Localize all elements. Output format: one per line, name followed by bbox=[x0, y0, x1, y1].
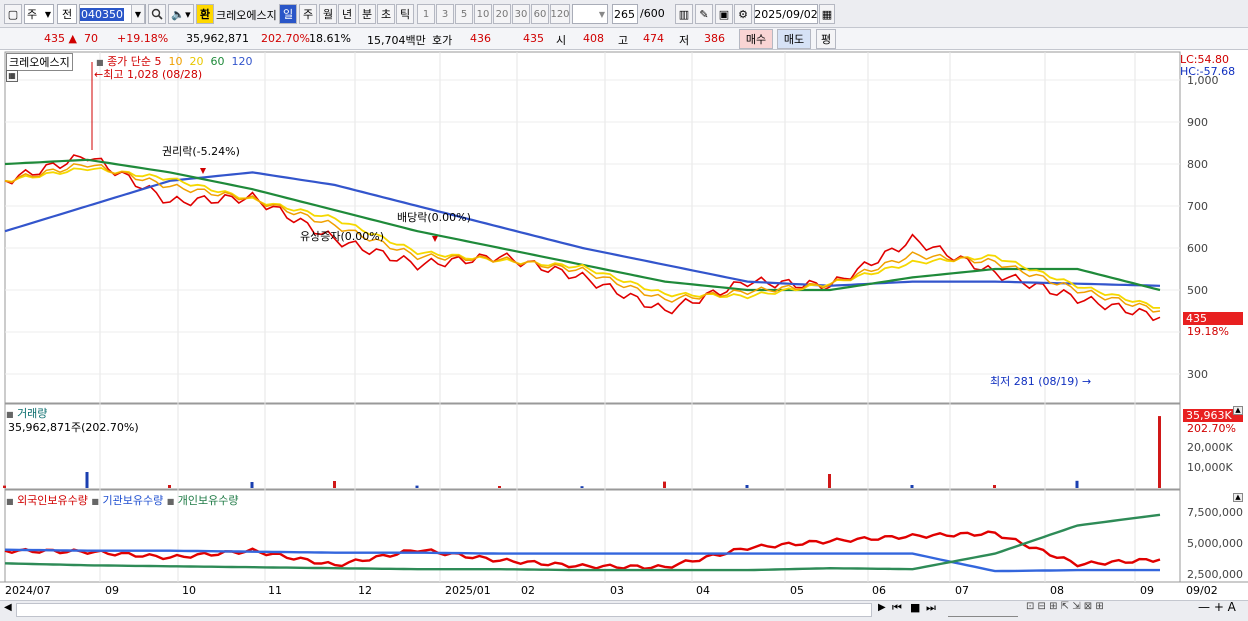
volume-bar-3 bbox=[250, 482, 254, 488]
legend-individual: 개인보유수량 bbox=[177, 494, 239, 507]
x-tick-2024-07: 2024/07 bbox=[5, 584, 51, 597]
first-page-icon[interactable]: ⏮ bbox=[892, 601, 902, 615]
x-tick-09: 09 bbox=[105, 584, 119, 597]
zoom-controls[interactable]: — + A bbox=[1198, 600, 1236, 614]
y-tick-300: 300 bbox=[1187, 368, 1208, 381]
x-tick-11: 11 bbox=[268, 584, 282, 597]
volume-bar-4 bbox=[333, 481, 336, 488]
chart-tools-icons[interactable]: ⊡ ⊟ ⊞ ⇱ ⇲ ⊠ ⊞ bbox=[1026, 601, 1104, 612]
holding-legend: ■ 외국인보유수량 ■ 기관보유수량 ■ 개인보유수량 bbox=[6, 494, 239, 507]
zoom-slider[interactable] bbox=[948, 603, 1018, 617]
stock-tag[interactable]: 크레오에스지 bbox=[6, 53, 73, 71]
legend-foreign: 외국인보유수량 bbox=[17, 494, 88, 507]
volume-bar-10 bbox=[828, 474, 831, 488]
event-rights: 권리락(-5.24%) bbox=[162, 145, 240, 158]
scroll-left-icon[interactable]: ◀ bbox=[4, 602, 12, 613]
x-tick-2025-01: 2025/01 bbox=[445, 584, 491, 597]
volume-bar-0 bbox=[3, 485, 6, 488]
volume-bar-14 bbox=[1158, 416, 1161, 488]
event-rights-marker bbox=[200, 168, 206, 174]
high-note: ←최고 1,028 (08/28) bbox=[94, 68, 203, 81]
volume-bar-13 bbox=[1075, 480, 1079, 488]
volume-current-pct: 202.70% bbox=[1187, 422, 1236, 435]
volume-bar-2 bbox=[168, 485, 171, 488]
holding-tick-2500000: 2,500,000 bbox=[1187, 568, 1243, 581]
x-tick-07: 07 bbox=[955, 584, 969, 597]
table-icon[interactable]: ▦ bbox=[6, 70, 18, 82]
volume-bar-7 bbox=[580, 486, 584, 488]
x-tick-08: 08 bbox=[1050, 584, 1064, 597]
volume-bar-1 bbox=[85, 472, 89, 488]
ma-60: 60 bbox=[210, 55, 225, 68]
y-tick-600: 600 bbox=[1187, 242, 1208, 255]
y-tick-1000: 1,000 bbox=[1187, 74, 1219, 87]
holding-collapse-icon[interactable]: ▲ bbox=[1233, 493, 1243, 502]
ma-120: 120 bbox=[231, 55, 253, 68]
legend-institution: 기관보유수량 bbox=[102, 494, 164, 507]
stop-icon[interactable]: ■ bbox=[910, 601, 920, 614]
x-tick-05: 05 bbox=[790, 584, 804, 597]
volume-tick-20000k: 20,000K bbox=[1187, 441, 1233, 454]
right-arrow-icon: → bbox=[1082, 375, 1092, 388]
x-tick-10: 10 bbox=[182, 584, 196, 597]
x-tick-02: 02 bbox=[521, 584, 535, 597]
volume-bar-11 bbox=[910, 485, 914, 488]
current-price-tag: 435 bbox=[1183, 312, 1243, 325]
y-tick-500: 500 bbox=[1187, 284, 1208, 297]
left-arrow-icon: ← bbox=[94, 68, 104, 81]
holding-tick-5000000: 5,000,000 bbox=[1187, 537, 1243, 550]
y-tick-700: 700 bbox=[1187, 200, 1208, 213]
low-note: 최저 281 (08/19) → bbox=[990, 375, 1092, 388]
x-tick-04: 04 bbox=[696, 584, 710, 597]
price-panel-frame bbox=[4, 51, 1181, 404]
volume-bar-8 bbox=[663, 481, 666, 488]
x-tick-03: 03 bbox=[610, 584, 624, 597]
x-tick-06: 06 bbox=[872, 584, 886, 597]
horizontal-scrollbar[interactable] bbox=[16, 603, 872, 617]
x-tick-last-date: 09/02 bbox=[1186, 584, 1218, 597]
stock-chart bbox=[0, 51, 1248, 583]
volume-bar-5 bbox=[415, 485, 419, 488]
x-tick-09-2025: 09 bbox=[1140, 584, 1154, 597]
next-page-icon[interactable]: ⏭ bbox=[926, 601, 936, 615]
x-tick-12: 12 bbox=[358, 584, 372, 597]
volume-panel-frame bbox=[4, 403, 1181, 490]
y-tick-900: 900 bbox=[1187, 116, 1208, 129]
volume-tick-10000k: 10,000K bbox=[1187, 461, 1233, 474]
y-tick-800: 800 bbox=[1187, 158, 1208, 171]
volume-bar-6 bbox=[498, 486, 501, 488]
current-pct-label: 19.18% bbox=[1187, 325, 1229, 338]
volume-collapse-icon[interactable]: ▲ bbox=[1233, 406, 1243, 415]
volume-bar-12 bbox=[993, 485, 996, 488]
volume-detail: 35,962,871주(202.70%) bbox=[8, 421, 139, 434]
event-dividend: 배당락(0.00%) bbox=[397, 211, 471, 224]
volume-bar-9 bbox=[745, 485, 749, 488]
event-capital-increase: 유상증자(0.00%) bbox=[300, 230, 385, 243]
holding-tick-7500000: 7,500,000 bbox=[1187, 506, 1243, 519]
event-dividend-marker bbox=[432, 236, 438, 242]
scroll-right-icon[interactable]: ▶ bbox=[878, 602, 886, 613]
